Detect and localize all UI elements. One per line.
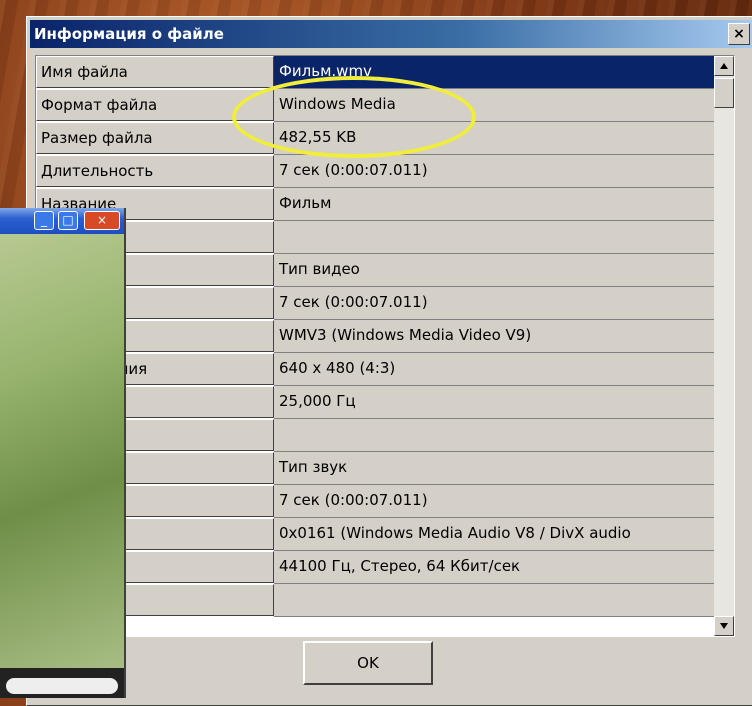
grid-row[interactable]: 44100 Гц, Стерео, 64 Кбит/сек [36, 551, 716, 584]
video-seek-bar[interactable] [6, 678, 118, 694]
scroll-down-button[interactable] [714, 616, 734, 636]
dialog-close-button[interactable]: × [728, 23, 750, 45]
row-value: 640 x 480 (4:3) [274, 353, 716, 386]
video-frame [0, 234, 124, 668]
grid-row[interactable]: Формат файла Windows Media [36, 89, 716, 122]
grid-row[interactable]: ность7 сек (0:00:07.011) [36, 287, 716, 320]
row-value: Тип видео [274, 254, 716, 287]
dialog-title: Информация о файле [34, 25, 224, 43]
row-value: 482,55 KB [274, 122, 716, 155]
scroll-up-button[interactable] [714, 56, 734, 76]
row-label: Длительность [36, 155, 274, 187]
grid-scrollbar[interactable] [714, 56, 734, 636]
grid-row[interactable]: Тип видео [36, 254, 716, 287]
row-value [274, 221, 716, 254]
row-value: 7 сек (0:00:07.011) [274, 485, 716, 518]
row-value: 7 сек (0:00:07.011) [274, 155, 716, 188]
row-value: Фильм [274, 188, 716, 221]
grid-row[interactable]: Размер файла 482,55 KB [36, 122, 716, 155]
row-value: 0x0161 (Windows Media Audio V8 / DivX au… [274, 518, 716, 551]
dialog-titlebar[interactable]: Информация о файле × [30, 20, 752, 48]
row-value [274, 419, 716, 452]
ok-button[interactable]: OK [303, 641, 433, 685]
grid-row[interactable]: ность7 сек (0:00:07.011) [36, 485, 716, 518]
video-player-window: _ □ × [0, 208, 126, 698]
grid-row[interactable]: 0x0161 (Windows Media Audio V8 / DivX au… [36, 518, 716, 551]
grid-row[interactable]: изображения640 x 480 (4:3) [36, 353, 716, 386]
video-controls-bar [0, 668, 124, 698]
row-label: Формат файла [36, 89, 274, 121]
grid-row[interactable] [36, 419, 716, 452]
row-value: Тип звук [274, 452, 716, 485]
row-value: WMV3 (Windows Media Video V9) [274, 320, 716, 353]
grid-row[interactable]: кадров25,000 Гц [36, 386, 716, 419]
scroll-thumb[interactable] [714, 78, 734, 108]
row-label: Размер файла [36, 122, 274, 154]
grid-row[interactable]: Длительность 7 сек (0:00:07.011) [36, 155, 716, 188]
row-label: Имя файла [36, 56, 274, 88]
video-window-titlebar[interactable]: _ □ × [0, 208, 124, 234]
video-maximize-button[interactable]: □ [58, 211, 78, 230]
row-value: Windows Media [274, 89, 716, 122]
grid-row[interactable] [36, 584, 716, 617]
file-info-dialog: Информация о файле × Имя файла Фильм.wmv Ф… [26, 16, 752, 706]
row-value: Фильм.wmv [274, 56, 716, 89]
row-value [274, 584, 716, 617]
grid-row[interactable]: urCCWMV3 (Windows Media Video V9) [36, 320, 716, 353]
row-value: 25,000 Гц [274, 386, 716, 419]
grid-row[interactable]: Тип звук [36, 452, 716, 485]
video-close-button[interactable]: × [84, 211, 120, 230]
grid-row[interactable]: Имя файла Фильм.wmv [36, 56, 716, 89]
file-info-grid: Имя файла Фильм.wmv Формат файла Windows Me… [35, 55, 735, 637]
arrow-up-icon [720, 63, 728, 69]
row-value: 44100 Гц, Стерео, 64 Кбит/сек [274, 551, 716, 584]
grid-row[interactable] [36, 221, 716, 254]
arrow-down-icon [720, 623, 728, 629]
grid-row[interactable]: Название Фильм [36, 188, 716, 221]
video-minimize-button[interactable]: _ [34, 211, 54, 230]
row-value: 7 сек (0:00:07.011) [274, 287, 716, 320]
